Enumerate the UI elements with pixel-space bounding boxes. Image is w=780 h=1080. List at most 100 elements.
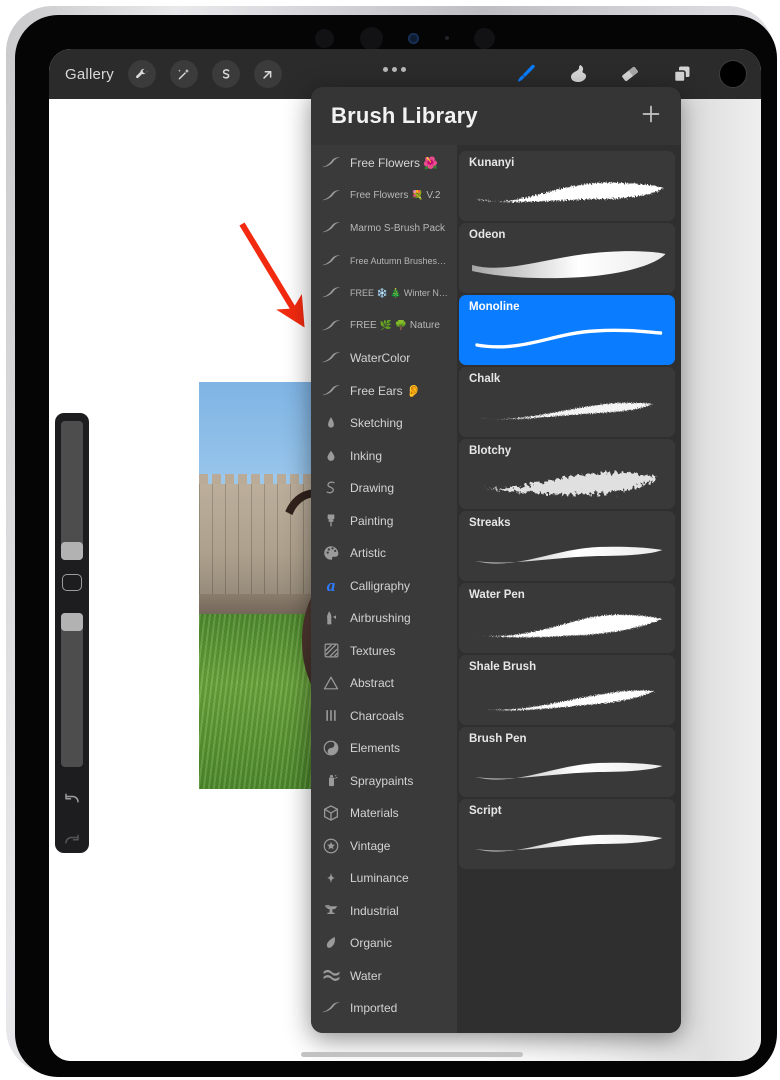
wrench-icon	[136, 68, 148, 78]
brush-card[interactable]: Blotchy	[459, 439, 675, 509]
transform-tool[interactable]	[253, 60, 282, 88]
brush-set-row[interactable]: Marmo S-Brush Pack	[311, 212, 457, 245]
brush-set-row[interactable]: WaterColor	[311, 342, 457, 375]
anvil-icon	[321, 902, 341, 919]
brush-set-row[interactable]: Elements	[311, 732, 457, 765]
brush-sets-sidebar[interactable]: Free Flowers 🌺 Free Flowers 💐 V.2 Marmo S-…	[311, 145, 457, 1033]
brush-name: Chalk	[469, 373, 501, 385]
brush-set-row[interactable]: Drawing	[311, 472, 457, 505]
brush-set-label: Airbrushing	[350, 611, 411, 626]
brush-card-selected[interactable]: Monoline	[459, 295, 675, 365]
brush-set-row[interactable]: Luminance	[311, 862, 457, 895]
brush-card[interactable]: Shale Brush	[459, 655, 675, 725]
brush-set-row[interactable]: Airbrushing	[311, 602, 457, 635]
brush-set-row[interactable]: Free Flowers 💐 V.2	[311, 180, 457, 213]
brush-card[interactable]: Script	[459, 799, 675, 869]
brush-set-label: Materials	[350, 806, 399, 821]
brush-set-row[interactable]: Artistic	[311, 537, 457, 570]
actions-wrench-tool[interactable]	[127, 60, 156, 88]
undo-icon[interactable]	[63, 789, 81, 812]
script-a-icon: a	[326, 576, 336, 596]
smudge-tool[interactable]	[563, 59, 593, 89]
brush-card[interactable]: Kunanyi	[459, 151, 675, 221]
leaf-icon	[321, 934, 341, 952]
brush-set-label: Free Flowers 💐 V.2	[350, 190, 441, 202]
brush-set-row[interactable]: Painting	[311, 505, 457, 538]
brush-set-label: Imported	[350, 1001, 398, 1016]
front-camera-lens-icon	[408, 32, 419, 44]
gallery-button[interactable]: Gallery	[65, 66, 114, 83]
brush-opacity-slider[interactable]	[61, 613, 83, 767]
brush-set-row[interactable]: Imported	[311, 992, 457, 1025]
horizontal-scrollbar[interactable]	[301, 1052, 523, 1057]
brush-set-row[interactable]: Organic	[311, 927, 457, 960]
brush-set-row[interactable]: Free Flowers 🌺	[311, 147, 457, 180]
brush-set-row[interactable]: FREE 🌿 🌳 Nature	[311, 310, 457, 343]
brush-set-row[interactable]: Free Ears 👂	[311, 375, 457, 408]
brush-set-label: Free Ears 👂	[350, 383, 421, 398]
brush-library-header: Brush Library	[311, 87, 681, 145]
brush-card[interactable]: Odeon	[459, 223, 675, 293]
brush-stroke-icon	[321, 384, 341, 398]
brush-set-label: Marmo S-Brush Pack	[350, 222, 446, 234]
brush-stroke-preview	[469, 247, 667, 287]
modify-button[interactable]	[62, 574, 82, 592]
brush-stroke-preview	[469, 751, 667, 791]
brush-card[interactable]: Brush Pen	[459, 727, 675, 797]
cube-icon	[321, 804, 341, 822]
sparkle-icon	[321, 869, 341, 887]
brush-set-row[interactable]: Inking	[311, 440, 457, 473]
adjustments-tool[interactable]	[169, 60, 198, 88]
brush-set-row[interactable]: Vintage	[311, 830, 457, 863]
brush-set-row[interactable]: Charcoals	[311, 700, 457, 733]
eraser-tool[interactable]	[615, 59, 645, 89]
brush-set-row[interactable]: Abstract	[311, 667, 457, 700]
brush-set-row[interactable]: FREE ❄️ 🎄 Winter N…	[311, 277, 457, 310]
brush-stroke-preview	[469, 679, 667, 719]
squiggle-icon	[321, 479, 341, 497]
selection-tool[interactable]	[211, 60, 240, 88]
brush-stroke-preview	[469, 607, 667, 647]
brush-set-row[interactable]: Industrial	[311, 895, 457, 928]
waves-icon	[321, 968, 341, 984]
brush-set-row[interactable]: Sketching	[311, 407, 457, 440]
add-brush-set-button[interactable]	[639, 102, 663, 131]
brush-card[interactable]: Water Pen	[459, 583, 675, 653]
brush-set-row[interactable]: Free Autumn Brushes…	[311, 245, 457, 278]
brush-name: Monoline	[469, 301, 520, 313]
brush-settings-rail[interactable]	[55, 413, 89, 853]
brush-set-label: Drawing	[350, 481, 395, 496]
brush-set-label: Textures	[350, 643, 396, 658]
ipad-device-frame: Gallery Brush Library Free Flowers 🌺 Fre…	[6, 6, 777, 1077]
layers-tool[interactable]	[667, 59, 697, 89]
brush-card[interactable]: Streaks	[459, 511, 675, 581]
brush-stroke-icon	[321, 1001, 341, 1015]
redo-icon[interactable]	[63, 830, 81, 853]
layers-icon	[673, 66, 690, 83]
brush-size-thumb[interactable]	[61, 542, 83, 561]
brush-stroke-preview	[469, 535, 667, 575]
more-options-button[interactable]	[383, 67, 406, 72]
brush-set-row[interactable]: Textures	[311, 635, 457, 668]
brush-name: Water Pen	[469, 589, 525, 601]
more-dots-icon	[383, 67, 388, 72]
brush-size-slider[interactable]	[61, 421, 83, 561]
brushes-column[interactable]: Kunanyi Odeon Monoline Chalk Blotchy Stre…	[457, 145, 681, 1033]
brush-opacity-thumb[interactable]	[61, 613, 83, 632]
brush-set-row[interactable]: Materials	[311, 797, 457, 830]
brush-library-body: Free Flowers 🌺 Free Flowers 💐 V.2 Marmo S-…	[311, 145, 681, 1033]
brush-card[interactable]: Chalk	[459, 367, 675, 437]
brush-stroke-preview	[469, 823, 667, 863]
brush-set-row[interactable]: Spraypaints	[311, 765, 457, 798]
brush-set-row[interactable]: Water	[311, 960, 457, 993]
brush-set-label: Abstract	[350, 676, 395, 691]
device-bezel: Gallery Brush Library Free Flowers 🌺 Fre…	[15, 15, 777, 1077]
brush-set-row[interactable]: a Calligraphy	[311, 570, 457, 603]
brush-set-label: WaterColor	[350, 351, 411, 366]
color-swatch-button[interactable]	[719, 60, 747, 88]
airbrush-icon	[321, 609, 341, 627]
smudge-icon	[571, 65, 587, 82]
paintbrush-icon	[517, 64, 535, 82]
paint-brush-tool[interactable]	[511, 59, 541, 89]
brush-name: Brush Pen	[469, 733, 527, 745]
